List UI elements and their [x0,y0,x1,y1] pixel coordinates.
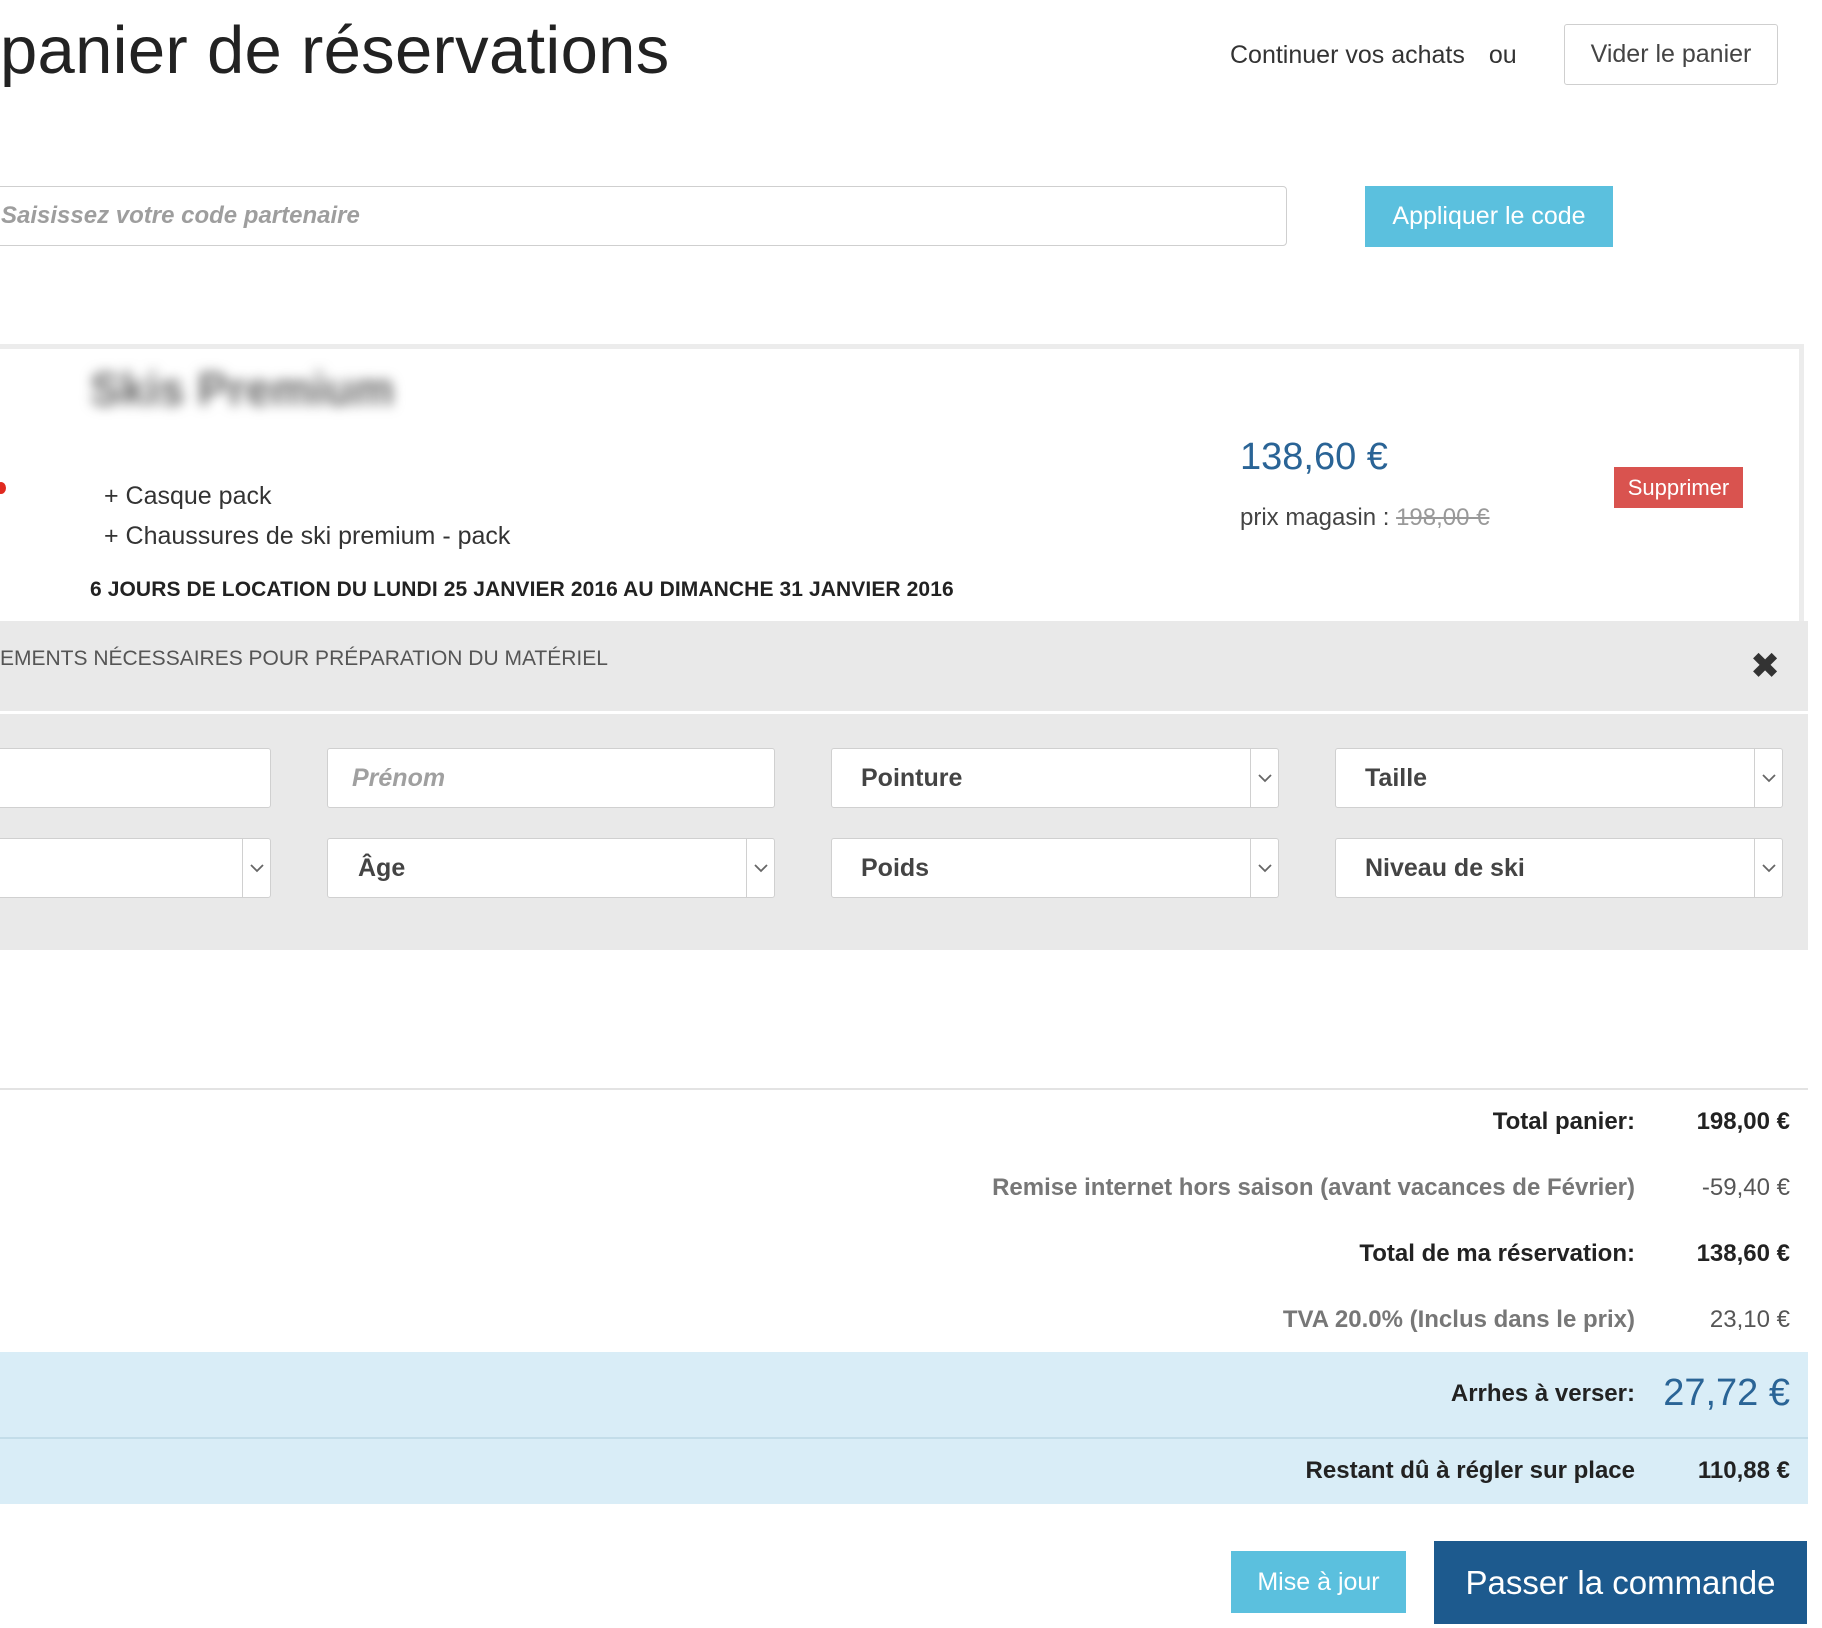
cart-total-value: 198,00 € [1696,1108,1790,1135]
discount-value: -59,40 € [1701,1174,1790,1201]
age-select[interactable]: Âge [327,838,775,898]
product-name: Skis Premium [90,363,395,415]
shoe-size-select[interactable]: Pointure [831,748,1279,808]
height-select[interactable]: Taille [1335,748,1783,808]
vat-value: 23,10 € [1709,1306,1790,1333]
shoe-size-label: Pointure [861,763,963,792]
close-icon[interactable]: ✖ [1750,648,1780,684]
store-price-label: prix magasin : [1240,504,1390,531]
ski-level-label: Niveau de ski [1365,853,1525,882]
remaining-label: Restant dû à régler sur place [1305,1457,1635,1484]
item-option: + Chaussures de ski premium - pack [104,522,511,550]
remaining-value: 110,88 € [1697,1457,1790,1484]
chevron-down-icon [1754,839,1782,897]
deposit-value: 27,72 € [1663,1372,1790,1414]
update-cart-button[interactable]: Mise à jour [1231,1551,1406,1613]
page-title: panier de réservations [0,13,670,88]
discount-label: Remise internet hors saison (avant vacan… [992,1174,1635,1201]
item-option: + Casque pack [104,482,272,510]
continue-shopping-link[interactable]: Continuer vos achats [1230,41,1465,70]
weight-label: Poids [861,853,930,882]
chevron-down-icon [746,839,774,897]
last-name-input[interactable] [0,748,271,808]
first-name-input[interactable]: Prénom [327,748,775,808]
checkout-button[interactable]: Passer la commande [1434,1541,1807,1624]
apply-code-button[interactable]: Appliquer le code [1365,186,1613,247]
chevron-down-icon [242,839,270,897]
equipment-form-heading: EMENTS NÉCESSAIRES POUR PRÉPARATION DU M… [0,647,608,670]
form-divider [0,711,1808,714]
item-price: 138,60 € [1240,436,1388,478]
height-label: Taille [1365,763,1428,792]
partner-code-input[interactable]: Saisissez votre code partenaire [0,186,1287,246]
weight-select[interactable]: Poids [831,838,1279,898]
deposit-label: Arrhes à verser: [1450,1380,1635,1407]
or-text: ou [1488,40,1517,69]
cart-total-label: Total panier: [1492,1108,1635,1135]
empty-cart-button[interactable]: Vider le panier [1564,24,1778,85]
booking-total-value: 138,60 € [1696,1240,1790,1267]
age-label: Âge [358,853,406,882]
partner-code-placeholder: Saisissez votre code partenaire [1,202,360,229]
ski-level-select[interactable]: Niveau de ski [1335,838,1783,898]
summary-divider [0,1088,1808,1090]
rental-dates: 6 JOURS DE LOCATION DU LUNDI 25 JANVIER … [90,578,954,601]
vat-label: TVA 20.0% (Inclus dans le prix) [1282,1306,1635,1333]
chevron-down-icon [1754,749,1782,807]
chevron-down-icon [1250,839,1278,897]
delete-item-button[interactable]: Supprimer [1614,467,1743,508]
store-price-value: 198,00 € [1396,504,1490,531]
header-links: Continuer vos achats ou [1230,24,1540,86]
chevron-down-icon [1250,749,1278,807]
first-name-placeholder: Prénom [352,763,446,792]
store-price: prix magasin : 198,00 € [1240,504,1489,532]
gender-select[interactable] [0,838,271,898]
booking-total-label: Total de ma réservation: [1359,1240,1635,1267]
